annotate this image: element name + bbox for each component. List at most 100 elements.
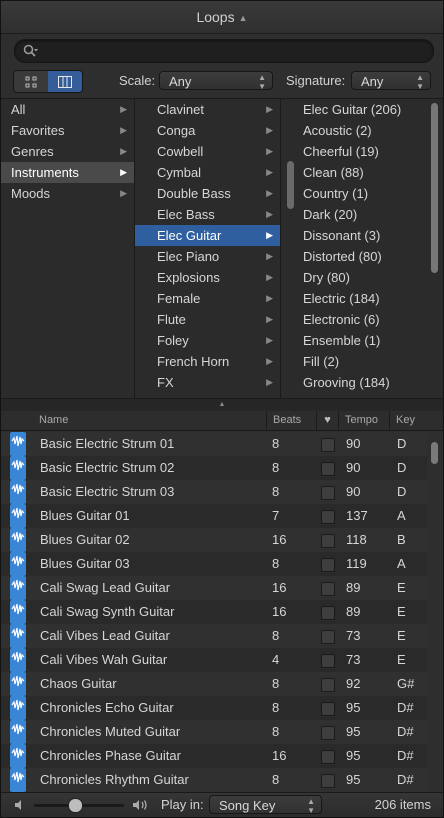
subcategory-item[interactable]: Explosions ▶ — [135, 267, 280, 288]
favorite-checkbox[interactable] — [321, 702, 335, 716]
keyword-item[interactable]: Electronic (6) — [281, 309, 428, 330]
keyword-item[interactable]: Electric (184) — [281, 288, 428, 309]
category-item[interactable]: Moods ▶ — [1, 183, 134, 204]
favorite-checkbox[interactable] — [321, 582, 335, 596]
subcategory-item[interactable]: Cymbal ▶ — [135, 162, 280, 183]
subcategory-item[interactable]: French Horn ▶ — [135, 351, 280, 372]
keyword-item[interactable]: Country (1) — [281, 183, 428, 204]
scale-popup[interactable]: Any ▲ ▼ — [159, 71, 273, 91]
loop-waveform-icon — [10, 768, 26, 792]
favorite-checkbox[interactable] — [321, 486, 335, 500]
button-view-button[interactable] — [14, 71, 48, 92]
volume-slider-knob[interactable] — [67, 798, 83, 813]
subcategory-label: Explosions — [157, 270, 220, 285]
keyword-item[interactable]: Grooving (184) — [281, 372, 428, 393]
keyword-item[interactable]: Distorted (80) — [281, 246, 428, 267]
table-row[interactable]: Basic Electric Strum 03 8 90 D — [1, 480, 427, 504]
keyword-item[interactable]: Acoustic (2) — [281, 120, 428, 141]
column-header-key[interactable]: Key — [389, 411, 434, 430]
keyword-scrollbar[interactable] — [431, 103, 438, 273]
table-row[interactable]: Basic Electric Strum 02 8 90 D — [1, 456, 427, 480]
subcategory-label: Elec Piano — [157, 249, 220, 264]
keyword-item[interactable]: Elec Guitar (206) — [281, 99, 428, 120]
column-header-name[interactable]: Name — [39, 411, 68, 430]
favorite-checkbox[interactable] — [321, 558, 335, 572]
keyword-item[interactable]: Dry (80) — [281, 267, 428, 288]
category-item[interactable]: Genres ▶ — [1, 141, 134, 162]
column-header-beats[interactable]: Beats — [266, 411, 323, 430]
favorite-checkbox[interactable] — [321, 654, 335, 668]
table-row[interactable]: Basic Electric Strum 01 8 90 D — [1, 432, 427, 456]
subcategory-item[interactable]: Elec Bass ▶ — [135, 204, 280, 225]
column-view-button[interactable] — [48, 71, 82, 92]
subcategory-item[interactable]: Conga ▶ — [135, 120, 280, 141]
subcategory-item[interactable]: Foley ▶ — [135, 330, 280, 351]
search-input[interactable] — [45, 42, 429, 62]
disclosure-arrow-icon: ▶ — [266, 356, 273, 366]
loop-name: Cali Swag Lead Guitar — [40, 580, 171, 595]
favorite-checkbox[interactable] — [321, 726, 335, 740]
keyword-item[interactable]: Ensemble (1) — [281, 330, 428, 351]
table-row[interactable]: Chronicles Echo Guitar 8 95 D# — [1, 696, 427, 720]
subcategory-item[interactable]: Cowbell ▶ — [135, 141, 280, 162]
table-row[interactable]: Chaos Guitar 8 92 G# — [1, 672, 427, 696]
signature-value: Any — [361, 74, 384, 89]
table-row[interactable]: Blues Guitar 03 8 119 A — [1, 552, 427, 576]
favorite-heart-icon[interactable]: ♥ — [316, 411, 338, 430]
signature-popup[interactable]: Any ▲ ▼ — [351, 71, 431, 91]
category-item[interactable]: Favorites ▶ — [1, 120, 134, 141]
table-row[interactable]: Blues Guitar 02 16 118 B — [1, 528, 427, 552]
search-field[interactable] — [14, 39, 434, 63]
favorite-checkbox[interactable] — [321, 630, 335, 644]
disclosure-arrow-icon: ▶ — [266, 293, 273, 303]
subcategory-item[interactable]: Clavinet ▶ — [135, 99, 280, 120]
subcategory-item[interactable]: Elec Guitar ▶ — [135, 225, 280, 246]
loop-beats: 8 — [272, 460, 280, 475]
table-row[interactable]: Chronicles Phase Guitar 16 95 D# — [1, 744, 427, 768]
title-menu-arrows-icon[interactable]: ▲ — [239, 13, 248, 23]
popup-arrows-icon: ▲ ▼ — [416, 73, 424, 91]
column-header-tempo[interactable]: Tempo — [338, 411, 395, 430]
favorite-checkbox[interactable] — [321, 678, 335, 692]
footer-bar: Play in: Song Key ▲ ▼ 206 items — [1, 792, 443, 817]
title-bar[interactable]: Loops ▲ — [1, 1, 443, 34]
table-row[interactable]: Blues Guitar 01 7 137 A — [1, 504, 427, 528]
table-row[interactable]: Cali Vibes Lead Guitar 8 73 E — [1, 624, 427, 648]
disclosure-arrow-icon: ▶ — [120, 146, 127, 156]
keyword-item[interactable]: Fill (2) — [281, 351, 428, 372]
keyword-item[interactable]: Cheerful (19) — [281, 141, 428, 162]
favorite-checkbox[interactable] — [321, 774, 335, 788]
panel-splitter[interactable]: ▲ — [1, 398, 443, 412]
subcategory-item[interactable]: Flute ▶ — [135, 309, 280, 330]
play-in-popup[interactable]: Song Key ▲ ▼ — [209, 795, 322, 815]
favorite-checkbox[interactable] — [321, 510, 335, 524]
loop-beats: 8 — [272, 676, 280, 691]
favorite-checkbox[interactable] — [321, 606, 335, 620]
subcategory-item[interactable]: Double Bass ▶ — [135, 183, 280, 204]
table-row[interactable]: Cali Swag Synth Guitar 16 89 E — [1, 600, 427, 624]
favorite-checkbox[interactable] — [321, 750, 335, 764]
subcategory-item[interactable]: FX ▶ — [135, 372, 280, 393]
table-row[interactable]: Chronicles Muted Guitar 8 95 D# — [1, 720, 427, 744]
keyword-item[interactable]: Clean (88) — [281, 162, 428, 183]
search-icon[interactable] — [22, 43, 38, 59]
category-browser: All ▶ Favorites ▶ Genres ▶ Instruments ▶ Moods ▶ … — [1, 98, 443, 399]
table-row[interactable]: Cali Swag Lead Guitar 16 89 E — [1, 576, 427, 600]
category-item[interactable]: Instruments ▶ — [1, 162, 134, 183]
volume-high-icon — [133, 800, 147, 810]
loop-waveform-icon — [10, 648, 26, 672]
columns-icon — [58, 75, 72, 88]
favorite-checkbox[interactable] — [321, 534, 335, 548]
table-row[interactable]: Chronicles Rhythm Guitar 8 95 D# — [1, 768, 427, 792]
keyword-item[interactable]: Dissonant (3) — [281, 225, 428, 246]
subcategory-item[interactable]: Female ▶ — [135, 288, 280, 309]
results-scrollbar[interactable] — [431, 442, 438, 464]
category-item[interactable]: All ▶ — [1, 99, 134, 120]
subcategory-label: Cowbell — [157, 144, 204, 159]
table-row[interactable]: Cali Vibes Wah Guitar 4 73 E — [1, 648, 427, 672]
favorite-checkbox[interactable] — [321, 438, 335, 452]
splitter-up-icon: ▲ — [218, 401, 226, 408]
favorite-checkbox[interactable] — [321, 462, 335, 476]
subcategory-item[interactable]: Elec Piano ▶ — [135, 246, 280, 267]
keyword-item[interactable]: Dark (20) — [281, 204, 428, 225]
